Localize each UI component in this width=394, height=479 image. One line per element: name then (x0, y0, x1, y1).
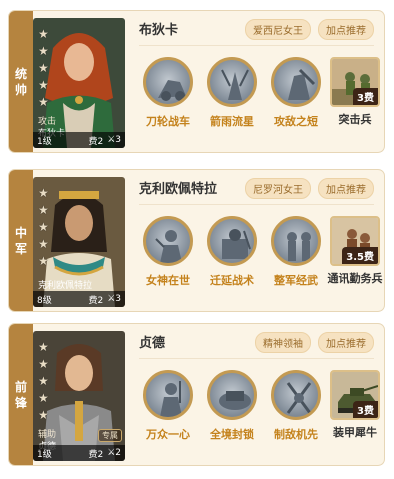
troop-icon: ⚔ (107, 135, 116, 145)
hero-name: 克利欧佩特拉 (139, 182, 218, 197)
skill-label: 制敌机先 (274, 428, 318, 441)
skill-icon (271, 216, 321, 266)
hero-card[interactable]: 中军 ★ ★ ★ ★ ★ 克利欧佩特拉 8级 费2 ⚔ 3 克利欧佩特拉 尼罗河… (8, 169, 385, 312)
divider (139, 358, 374, 359)
troop-icon: ⚔ (107, 294, 116, 304)
hero-portrait[interactable]: ★ ★ ★ ★ ★ 专属 辅助 贞德 1级 费2 ⚔ 2 (33, 331, 125, 461)
skill-icon (143, 216, 193, 266)
skill-label: 刀轮战车 (146, 115, 190, 128)
skill-icon (207, 370, 257, 420)
skill-icon (271, 57, 321, 107)
skill-label: 整军经武 (274, 274, 318, 287)
troop-count: 3 (115, 135, 121, 145)
hero-name: 贞德 (139, 336, 166, 351)
troop-count: 2 (115, 448, 121, 458)
tag-list: 爱西尼女王 加点推荐 (245, 19, 374, 40)
hero-type: 攻击 (38, 117, 57, 127)
skill-icon (271, 370, 321, 420)
tag-list: 尼罗河女王 加点推荐 (245, 178, 374, 199)
role-label: 统帅 (14, 66, 27, 97)
hero-name: 布狄卡 (139, 23, 179, 38)
trait-tag: 爱西尼女王 (245, 19, 311, 40)
star-rating: ★ ★ ★ ★ ★ (38, 27, 49, 109)
unit-cost-badge: 3费 (353, 88, 378, 105)
troop-count: 3 (115, 294, 121, 304)
role-label: 前锋 (14, 379, 27, 410)
hero-type: 辅助 (38, 430, 57, 440)
divider (139, 204, 374, 205)
hero-level: 8级 (37, 295, 52, 306)
unit-item[interactable]: 3费 装甲犀牛 (327, 370, 383, 440)
skill-label: 箭雨流星 (210, 115, 254, 128)
unit-item[interactable]: 3.5费 通讯勤务兵 (327, 216, 383, 286)
hero-cost: 费2 (88, 449, 104, 460)
trait-tag: 精神领袖 (255, 332, 311, 353)
skill-item[interactable]: 女神在世 (137, 216, 199, 288)
skill-label: 女神在世 (146, 274, 190, 287)
unit-cost-badge: 3费 (353, 401, 378, 418)
recommend-button[interactable]: 加点推荐 (318, 178, 374, 199)
hero-level: 1级 (37, 449, 52, 460)
role-strip: 前锋 (9, 324, 33, 465)
tag-list: 精神领袖 加点推荐 (255, 332, 374, 353)
skill-icon (207, 216, 257, 266)
recommend-button[interactable]: 加点推荐 (318, 332, 374, 353)
star-rating: ★ ★ ★ ★ ★ (38, 186, 49, 268)
skill-item[interactable]: 刀轮战车 (137, 57, 199, 129)
troop-icon: ⚔ (107, 448, 116, 458)
skill-item[interactable]: 箭雨流星 (201, 57, 263, 129)
skill-label: 万众一心 (146, 428, 190, 441)
portrait-footer: 1级 费2 ⚔ 3 (33, 132, 125, 148)
hero-cost: 费2 (88, 295, 104, 306)
skill-item[interactable]: 迁延战术 (201, 216, 263, 288)
skill-item[interactable]: 制敌机先 (265, 370, 327, 442)
hero-card[interactable]: 前锋 ★ ★ ★ ★ ★ 专属 辅助 贞德 1级 费2 ⚔ 2 贞德 精神领袖 (8, 323, 385, 466)
unit-item[interactable]: 3费 突击兵 (327, 57, 383, 127)
hero-card[interactable]: 统帅 ★ ★ ★ ★ ★ 攻击 布狄卡 1级 费2 ⚔ 3 布狄卡 爱西尼女王 … (8, 10, 385, 153)
skill-label: 全境封锁 (210, 428, 254, 441)
portrait-footer: 8级 费2 ⚔ 3 (33, 291, 125, 307)
unit-icon: 3费 (330, 370, 380, 420)
unit-label: 突击兵 (338, 113, 372, 126)
unit-cost-badge: 3.5费 (342, 247, 378, 264)
skill-list: 万众一心 全境封锁 制敌机先 3费 装甲犀牛 (137, 370, 382, 460)
skill-list: 刀轮战车 箭雨流星 攻敌之短 3费 突击兵 (137, 57, 382, 147)
skill-label: 迁延战术 (210, 274, 254, 287)
recommend-button[interactable]: 加点推荐 (318, 19, 374, 40)
role-label: 中军 (14, 225, 27, 256)
skill-list: 女神在世 迁延战术 整军经武 3.5费 通讯勤务兵 (137, 216, 383, 306)
hero-level: 1级 (37, 136, 52, 147)
skill-label: 攻敌之短 (274, 115, 318, 128)
skill-icon (207, 57, 257, 107)
unit-label: 装甲犀牛 (333, 426, 377, 439)
skill-icon (143, 57, 193, 107)
unit-icon: 3.5费 (330, 216, 380, 266)
skill-item[interactable]: 全境封锁 (201, 370, 263, 442)
skill-icon (143, 370, 193, 420)
divider (139, 45, 374, 46)
skill-item[interactable]: 万众一心 (137, 370, 199, 442)
trait-tag: 尼罗河女王 (245, 178, 311, 199)
hero-portrait[interactable]: ★ ★ ★ ★ ★ 克利欧佩特拉 8级 费2 ⚔ 3 (33, 177, 125, 307)
hero-portrait[interactable]: ★ ★ ★ ★ ★ 攻击 布狄卡 1级 费2 ⚔ 3 (33, 18, 125, 148)
star-rating: ★ ★ ★ ★ ★ (38, 340, 49, 422)
role-strip: 中军 (9, 170, 33, 311)
hero-cost: 费2 (88, 136, 104, 147)
skill-item[interactable]: 攻敌之短 (265, 57, 327, 129)
portrait-footer: 1级 费2 ⚔ 2 (33, 445, 125, 461)
unit-icon: 3费 (330, 57, 380, 107)
role-strip: 统帅 (9, 11, 33, 152)
exclusive-badge: 专属 (98, 429, 122, 442)
skill-item[interactable]: 整军经武 (265, 216, 327, 288)
unit-label: 通讯勤务兵 (327, 272, 383, 285)
